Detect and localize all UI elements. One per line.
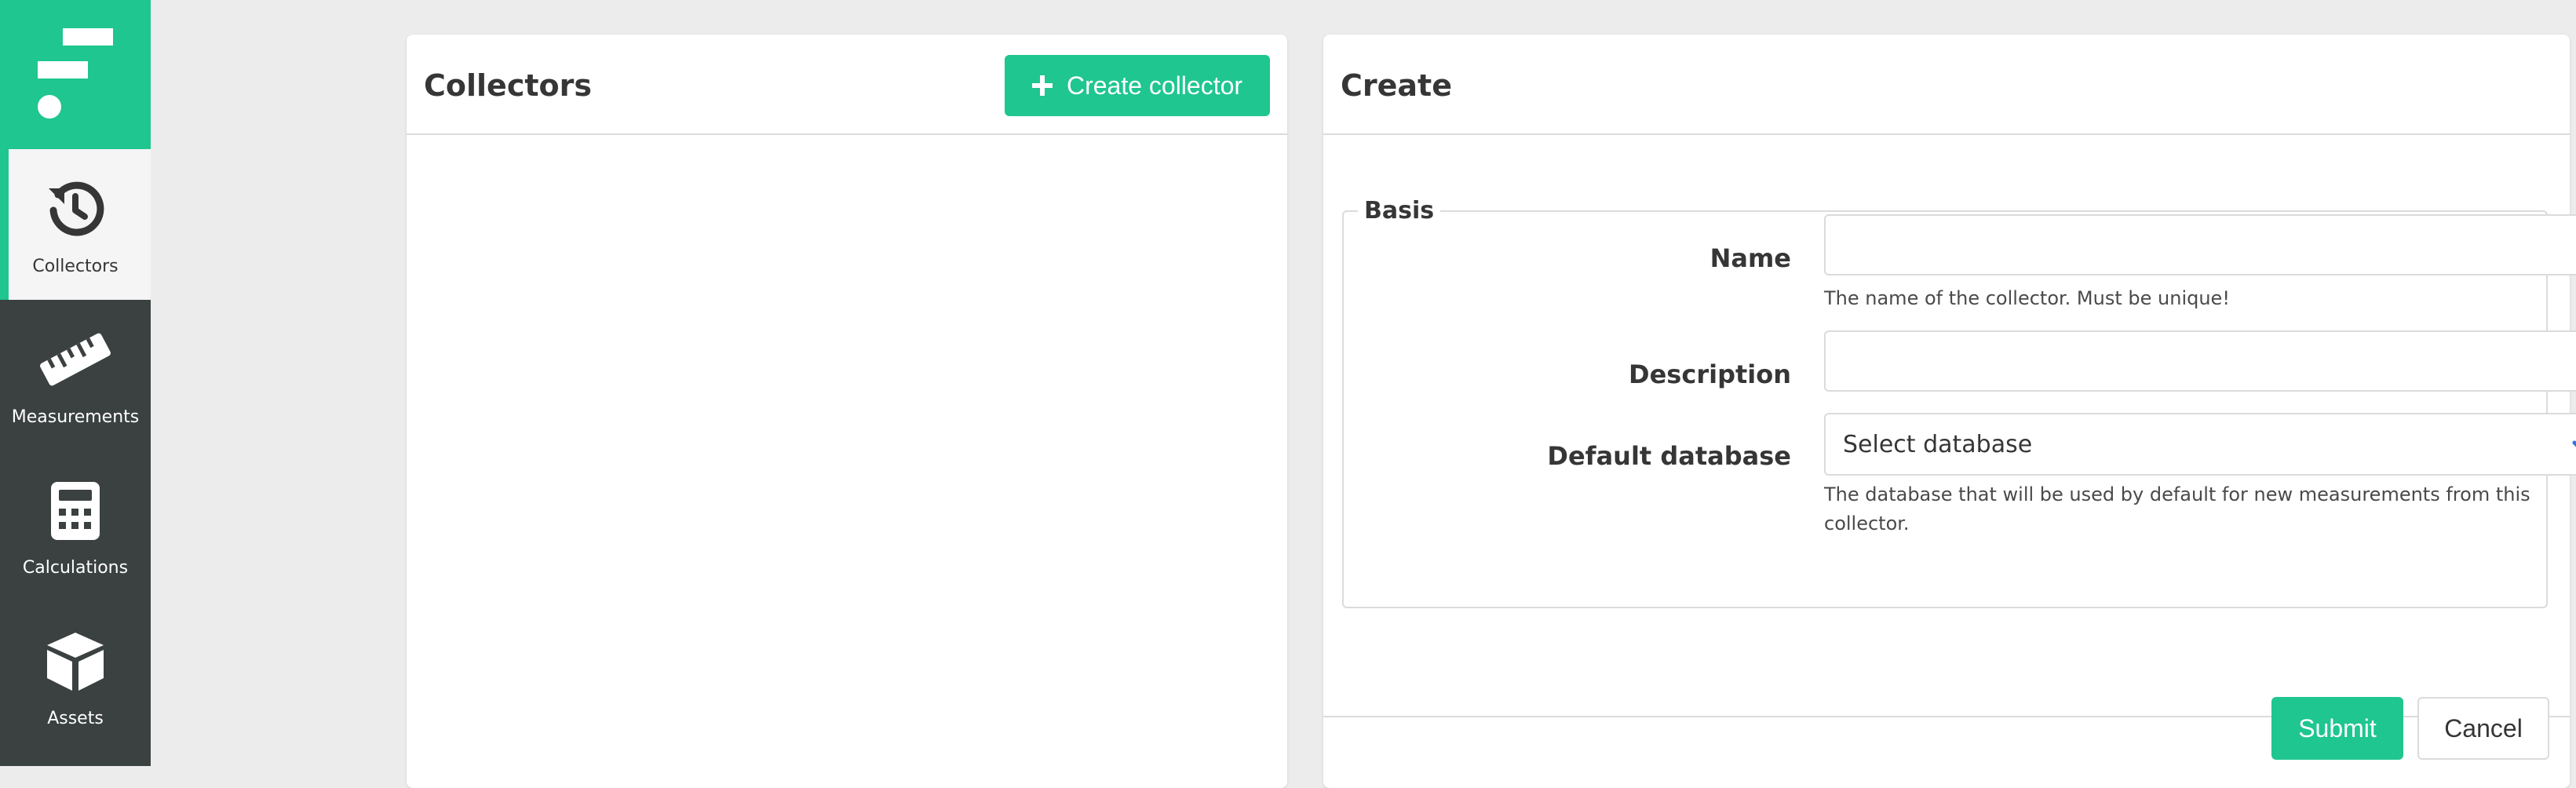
history-icon	[0, 177, 151, 240]
app-logo[interactable]	[0, 0, 151, 149]
ruler-icon	[0, 328, 151, 391]
sidebar-item-label: Calculations	[22, 558, 129, 578]
logo-dot	[38, 95, 61, 119]
plus-icon	[1031, 75, 1053, 96]
logo-bar-top	[63, 28, 113, 46]
default-database-select[interactable]: Select database	[1824, 413, 2576, 476]
submit-button[interactable]: Submit	[2271, 697, 2403, 760]
create-panel-header: Create	[1323, 35, 2570, 135]
description-label: Description	[1629, 359, 1791, 389]
logo-bar-middle	[38, 61, 88, 78]
collectors-panel: Collectors Create collector	[407, 35, 1287, 788]
fieldset-legend: Basis	[1364, 197, 1435, 224]
sidebar-item-assets[interactable]: Assets	[0, 601, 151, 752]
chevron-down-icon	[2571, 435, 2576, 462]
sidebar-item-calculations[interactable]: Calculations	[0, 451, 151, 601]
default-database-label: Default database	[1547, 441, 1791, 471]
create-panel: Create Basis Name The name of the collec…	[1323, 35, 2576, 788]
collectors-list	[407, 135, 1287, 788]
cube-icon	[0, 629, 151, 692]
description-input[interactable]	[1824, 330, 2576, 392]
create-collector-button[interactable]: Create collector	[1005, 55, 1270, 116]
name-label: Name	[1709, 243, 1791, 273]
default-database-help: The database that will be used by defaul…	[1824, 483, 2530, 534]
sidebar-item-measurements[interactable]: Measurements	[0, 300, 151, 451]
name-help: The name of the collector. Must be uniqu…	[1824, 287, 2230, 309]
cancel-button[interactable]: Cancel	[2417, 697, 2549, 760]
sidebar: Collectors Measurements Calculations Ass…	[0, 0, 151, 766]
collectors-panel-header: Collectors Create collector	[407, 35, 1287, 135]
sidebar-item-label: Collectors	[32, 257, 119, 276]
select-value: Select database	[1843, 430, 2033, 458]
name-input[interactable]	[1824, 214, 2576, 275]
sidebar-item-label: Measurements	[11, 407, 140, 427]
form-title: Create	[1341, 68, 1452, 103]
create-collector-label: Create collector	[1066, 71, 1243, 100]
sidebar-item-collectors[interactable]: Collectors	[0, 149, 151, 300]
calculator-icon	[0, 479, 151, 542]
sidebar-item-label: Assets	[47, 709, 104, 728]
page-title: Collectors	[424, 68, 592, 103]
